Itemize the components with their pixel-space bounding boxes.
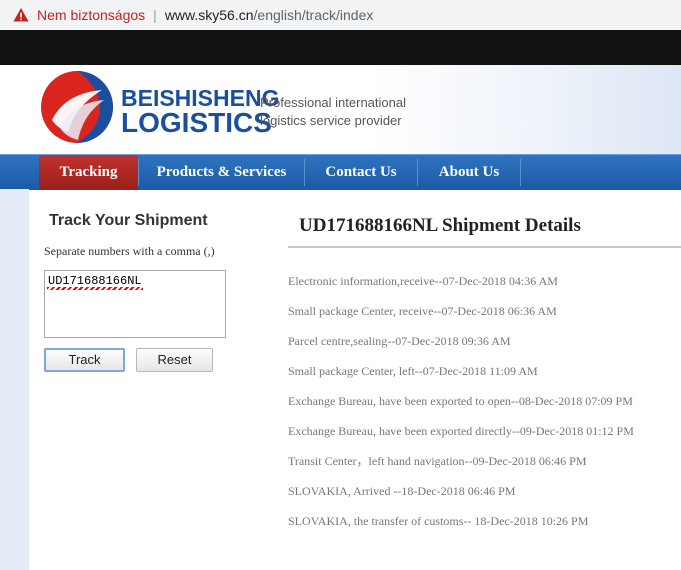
warning-icon (13, 8, 29, 22)
tagline-line1: Professional international (260, 95, 406, 110)
tracking-event: Electronic information,receive--07-Dec-2… (288, 274, 558, 288)
track-form-title: Track Your Shipment (49, 212, 208, 229)
tagline-line2: logistics service provider (260, 113, 402, 128)
shipment-details-title: UD171688166NL Shipment Details (299, 215, 581, 236)
tracking-event: Exchange Bureau, have been exported to o… (288, 394, 633, 408)
track-form-hint: Separate numbers with a comma (,) (44, 244, 215, 258)
redacted-band (0, 30, 681, 65)
tracking-event: Small package Center, left--07-Dec-2018 … (288, 364, 538, 378)
nav-item-products-services[interactable]: Products & Services (139, 155, 304, 190)
main-nav: Tracking Products & Services Contact Us … (0, 154, 681, 190)
tracking-number-input[interactable]: UD171688166NL (44, 270, 226, 338)
spellcheck-underline (47, 287, 143, 290)
company-logo-icon[interactable] (40, 70, 114, 144)
security-status-label[interactable]: Nem biztonságos (37, 7, 145, 23)
address-separator: | (153, 7, 157, 23)
tracking-event: Small package Center, receive--07-Dec-20… (288, 304, 557, 318)
reset-button[interactable]: Reset (136, 348, 213, 372)
url-host[interactable]: www.sky56.cn (165, 7, 254, 23)
left-decorative-stripe (0, 189, 29, 570)
browser-address-bar[interactable]: Nem biztonságos | www.sky56.cn/english/t… (0, 0, 681, 31)
nav-divider (520, 159, 521, 186)
title-divider (288, 246, 681, 248)
tracking-event: Parcel centre,sealing--07-Dec-2018 09:36… (288, 334, 511, 348)
url-path[interactable]: /english/track/index (254, 7, 374, 23)
tracking-event: SLOVAKIA, the transfer of customs-- 18-D… (288, 514, 589, 528)
brand-name-line2: LOGISTICS (121, 107, 272, 138)
site-header: BEISHISHENG LOGISTICS Professional inter… (0, 65, 681, 154)
tracking-events-list: Electronic information,receive--07-Dec-2… (288, 272, 678, 542)
track-button[interactable]: Track (44, 348, 125, 372)
nav-item-contact-us[interactable]: Contact Us (305, 155, 417, 190)
nav-item-tracking[interactable]: Tracking (39, 155, 138, 190)
tracking-event: Transit Center，left hand navigation--09-… (288, 454, 587, 468)
nav-item-about-us[interactable]: About Us (418, 155, 520, 190)
tracking-event: SLOVAKIA, Arrived --18-Dec-2018 06:46 PM (288, 484, 516, 498)
tracking-event: Exchange Bureau, have been exported dire… (288, 424, 634, 438)
